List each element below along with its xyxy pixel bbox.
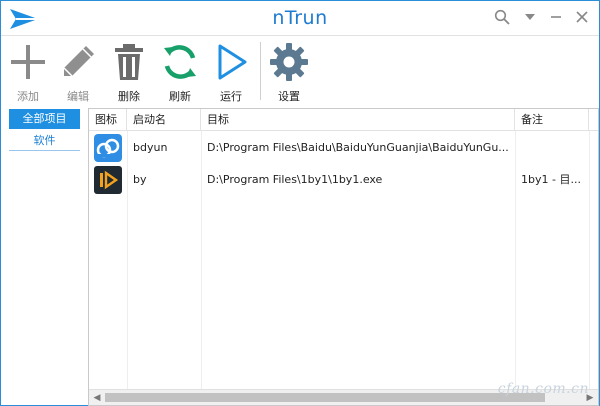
shortcut-list: 图标 启动名 目标 备注 bdyun D:\Program Files\Baid… bbox=[88, 108, 599, 406]
refresh-button[interactable]: 刷新 bbox=[158, 42, 202, 106]
delete-button[interactable]: 删除 bbox=[107, 42, 151, 106]
column-header-target[interactable]: 目标 bbox=[201, 109, 515, 131]
row-note: 1by1 - 目... bbox=[521, 173, 581, 186]
toolbar: 添加 编辑 删除 刷新 运行 设置 bbox=[1, 35, 599, 105]
refresh-label: 刷新 bbox=[169, 90, 191, 103]
app-window: nTrun 添加 编辑 删除 刷新 运行 设置 全部项目 软件 图标 启动名 目… bbox=[0, 0, 600, 406]
minimize-button[interactable] bbox=[545, 6, 567, 28]
run-button[interactable]: 运行 bbox=[209, 42, 253, 106]
edit-button[interactable]: 编辑 bbox=[56, 42, 100, 106]
close-button[interactable] bbox=[571, 6, 593, 28]
row-name: by bbox=[133, 173, 147, 186]
add-button[interactable]: 添加 bbox=[6, 42, 50, 106]
table-row[interactable]: by D:\Program Files\1by1\1by1.exe 1by1 -… bbox=[89, 164, 598, 196]
toolbar-separator bbox=[260, 42, 261, 100]
gear-icon bbox=[270, 43, 308, 81]
add-label: 添加 bbox=[17, 90, 39, 103]
category-sidebar: 全部项目 软件 bbox=[1, 105, 85, 406]
row-note bbox=[515, 132, 589, 164]
pencil-icon bbox=[63, 46, 94, 77]
refresh-icon bbox=[164, 45, 196, 79]
play-icon bbox=[218, 44, 247, 80]
minimize-icon bbox=[551, 16, 561, 18]
row-target: D:\Program Files\Baidu\BaiduYunGuanjia\B… bbox=[207, 141, 509, 154]
search-icon bbox=[494, 9, 510, 25]
delete-label: 删除 bbox=[118, 90, 140, 103]
plus-icon bbox=[11, 45, 45, 79]
row-target: D:\Program Files\1by1\1by1.exe bbox=[207, 173, 383, 186]
run-label: 运行 bbox=[220, 90, 242, 103]
scrollbar-thumb[interactable] bbox=[105, 393, 545, 402]
settings-label: 设置 bbox=[278, 90, 300, 103]
baidu-cloud-icon bbox=[94, 134, 122, 162]
column-header-note[interactable]: 备注 bbox=[515, 109, 589, 131]
table-row[interactable]: bdyun D:\Program Files\Baidu\BaiduYunGua… bbox=[89, 132, 598, 164]
1by1-player-icon bbox=[94, 166, 122, 194]
row-name: bdyun bbox=[133, 141, 168, 154]
column-header-extra[interactable] bbox=[589, 109, 598, 131]
trash-icon bbox=[115, 44, 143, 80]
menu-dropdown-button[interactable] bbox=[519, 6, 541, 28]
caret-down-icon bbox=[525, 14, 535, 20]
edit-label: 编辑 bbox=[67, 90, 89, 103]
close-icon bbox=[576, 11, 588, 23]
search-button[interactable] bbox=[491, 6, 513, 28]
watermark: cfan.com.cn bbox=[497, 381, 589, 397]
sidebar-item-all[interactable]: 全部项目 bbox=[9, 109, 80, 129]
title-bar: nTrun bbox=[1, 1, 599, 35]
sidebar-item-software[interactable]: 软件 bbox=[9, 131, 80, 151]
scroll-left-icon[interactable]: ◀ bbox=[92, 393, 102, 403]
settings-button[interactable]: 设置 bbox=[267, 42, 311, 106]
list-header: 图标 启动名 目标 备注 bbox=[89, 109, 598, 131]
column-header-icon[interactable]: 图标 bbox=[89, 109, 127, 131]
column-header-name[interactable]: 启动名 bbox=[127, 109, 201, 131]
